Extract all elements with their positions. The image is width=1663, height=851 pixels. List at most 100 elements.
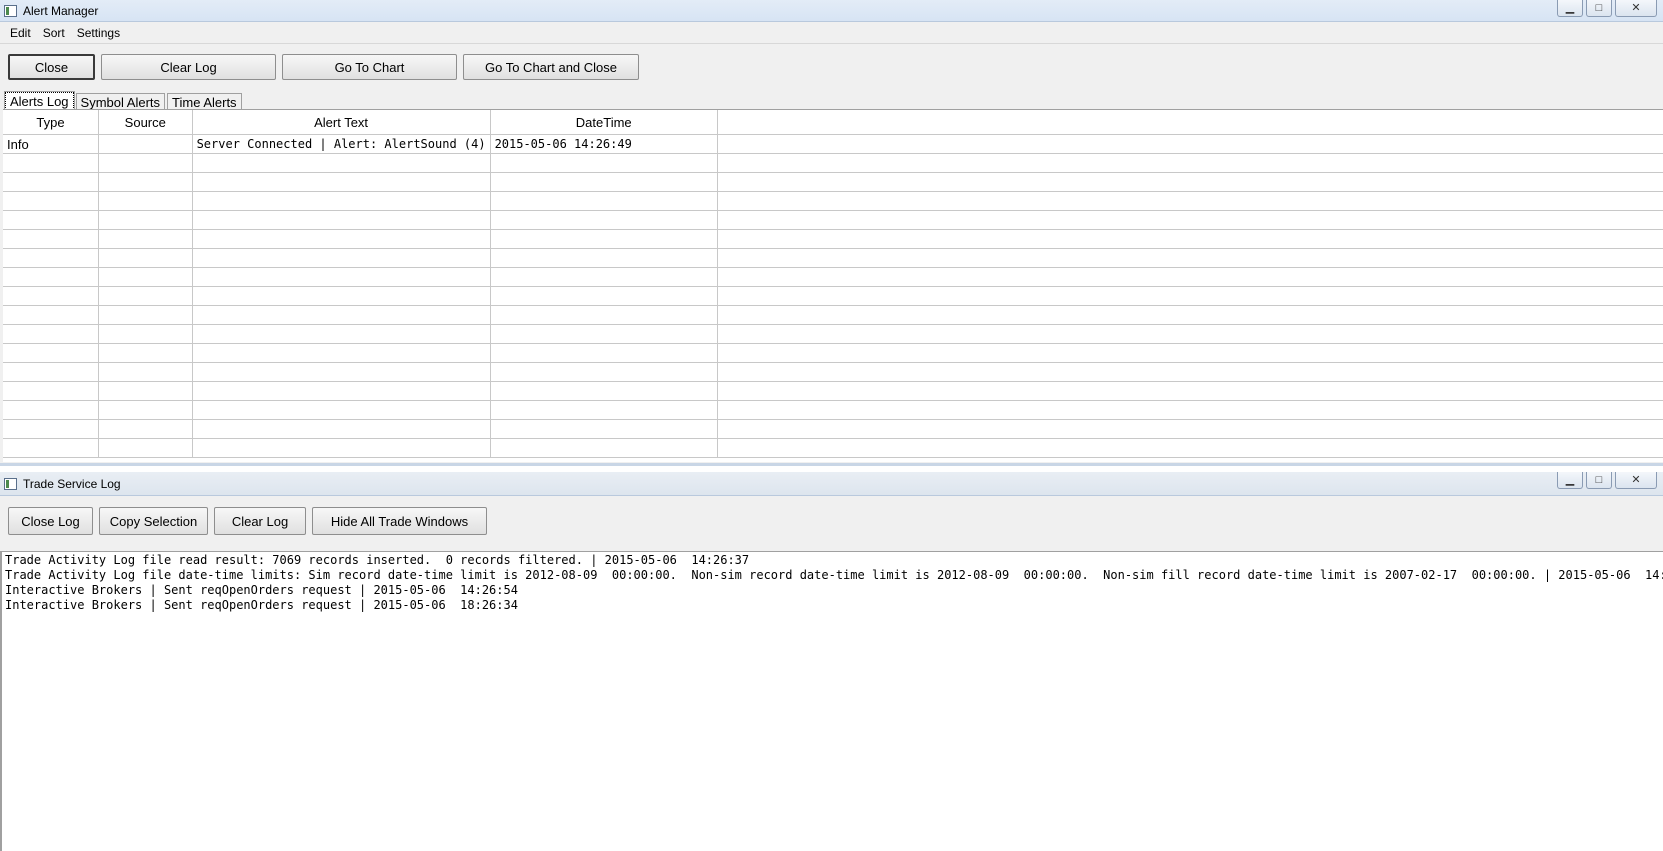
empty-cell (490, 153, 718, 173)
empty-cell (98, 267, 193, 287)
column-header-alert-text[interactable]: Alert Text (192, 110, 491, 135)
column-header-type[interactable]: Type (3, 110, 99, 135)
hide-all-trade-windows-button[interactable]: Hide All Trade Windows (312, 507, 487, 535)
empty-cell (98, 438, 193, 458)
minimize-icon[interactable]: ▁ (1557, 472, 1583, 489)
empty-cell (3, 229, 99, 249)
cell-source (98, 134, 193, 154)
close-button[interactable]: Close (8, 54, 95, 80)
empty-cell (192, 172, 491, 192)
empty-table-row[interactable] (3, 210, 1663, 230)
empty-cell (3, 362, 99, 382)
alerts-grid[interactable]: Type Source Alert Text DateTime Info Ser… (3, 109, 1663, 462)
close-log-button[interactable]: Close Log (8, 507, 93, 535)
close-icon[interactable]: ✕ (1615, 472, 1657, 489)
empty-cell (3, 324, 99, 344)
empty-cell (717, 267, 1663, 287)
empty-cell (3, 191, 99, 211)
empty-cell (717, 153, 1663, 173)
alerts-table-body: Info Server Connected | Alert: AlertSoun… (3, 134, 1663, 458)
empty-cell (98, 419, 193, 439)
empty-cell (98, 343, 193, 363)
maximize-icon[interactable]: □ (1586, 472, 1612, 489)
empty-table-row[interactable] (3, 267, 1663, 287)
empty-cell (98, 153, 193, 173)
empty-table-row[interactable] (3, 172, 1663, 192)
window-controls: ▁ □ ✕ (1557, 0, 1657, 17)
empty-cell (717, 438, 1663, 458)
empty-cell (192, 400, 491, 420)
empty-cell (192, 362, 491, 382)
empty-cell (3, 153, 99, 173)
empty-cell (3, 210, 99, 230)
go-to-chart-and-close-button[interactable]: Go To Chart and Close (463, 54, 639, 80)
empty-cell (490, 362, 718, 382)
empty-cell (192, 305, 491, 325)
close-icon[interactable]: ✕ (1615, 0, 1657, 17)
empty-cell (717, 305, 1663, 325)
empty-cell (717, 324, 1663, 344)
empty-table-row[interactable] (3, 229, 1663, 249)
empty-cell (490, 400, 718, 420)
clear-log-button[interactable]: Clear Log (214, 507, 306, 535)
table-row[interactable]: Info Server Connected | Alert: AlertSoun… (3, 134, 1663, 154)
alert-manager-titlebar[interactable]: Alert Manager ▁ □ ✕ (0, 0, 1663, 22)
trade-log-titlebar[interactable]: Trade Service Log ▁ □ ✕ (0, 472, 1663, 496)
empty-cell (192, 324, 491, 344)
copy-selection-button[interactable]: Copy Selection (99, 507, 208, 535)
empty-table-row[interactable] (3, 324, 1663, 344)
log-line: Interactive Brokers | Sent reqOpenOrders… (5, 583, 518, 597)
trade-log-text-area[interactable]: Trade Activity Log file read result: 706… (0, 551, 1663, 851)
go-to-chart-button[interactable]: Go To Chart (282, 54, 457, 80)
empty-cell (98, 229, 193, 249)
log-line: Trade Activity Log file date-time limits… (5, 568, 1663, 582)
menu-sort[interactable]: Sort (37, 26, 71, 40)
empty-cell (3, 267, 99, 287)
cell-empty (717, 134, 1663, 154)
empty-cell (98, 362, 193, 382)
empty-cell (490, 305, 718, 325)
empty-cell (98, 210, 193, 230)
empty-table-row[interactable] (3, 191, 1663, 211)
empty-table-row[interactable] (3, 438, 1663, 458)
clear-log-button[interactable]: Clear Log (101, 54, 276, 80)
column-header-empty (717, 110, 1663, 135)
empty-cell (3, 305, 99, 325)
cell-type: Info (3, 134, 99, 154)
empty-cell (98, 286, 193, 306)
log-line: Trade Activity Log file read result: 706… (5, 553, 750, 567)
empty-table-row[interactable] (3, 343, 1663, 363)
empty-cell (3, 286, 99, 306)
menu-edit[interactable]: Edit (4, 26, 37, 40)
empty-table-row[interactable] (3, 305, 1663, 325)
empty-cell (490, 267, 718, 287)
app-icon (4, 4, 17, 17)
menu-settings[interactable]: Settings (71, 26, 126, 40)
column-header-source[interactable]: Source (98, 110, 193, 135)
empty-table-row[interactable] (3, 286, 1663, 306)
empty-table-row[interactable] (3, 248, 1663, 268)
empty-cell (192, 381, 491, 401)
empty-table-row[interactable] (3, 400, 1663, 420)
maximize-icon[interactable]: □ (1586, 0, 1612, 17)
empty-cell (717, 286, 1663, 306)
column-header-datetime[interactable]: DateTime (490, 110, 718, 135)
window-title: Trade Service Log (23, 476, 121, 491)
empty-table-row[interactable] (3, 362, 1663, 382)
empty-cell (490, 286, 718, 306)
empty-table-row[interactable] (3, 419, 1663, 439)
empty-cell (192, 191, 491, 211)
empty-cell (98, 191, 193, 211)
trade-log-toolbar: Close Log Copy Selection Clear Log Hide … (0, 496, 1663, 546)
cell-datetime: 2015-05-06 14:26:49 (490, 134, 718, 154)
empty-cell (98, 324, 193, 344)
empty-cell (3, 438, 99, 458)
empty-cell (717, 343, 1663, 363)
table-header-row: Type Source Alert Text DateTime (3, 110, 1663, 135)
empty-cell (3, 343, 99, 363)
empty-table-row[interactable] (3, 381, 1663, 401)
empty-table-row[interactable] (3, 153, 1663, 173)
minimize-icon[interactable]: ▁ (1557, 0, 1583, 17)
empty-cell (717, 381, 1663, 401)
empty-cell (98, 381, 193, 401)
